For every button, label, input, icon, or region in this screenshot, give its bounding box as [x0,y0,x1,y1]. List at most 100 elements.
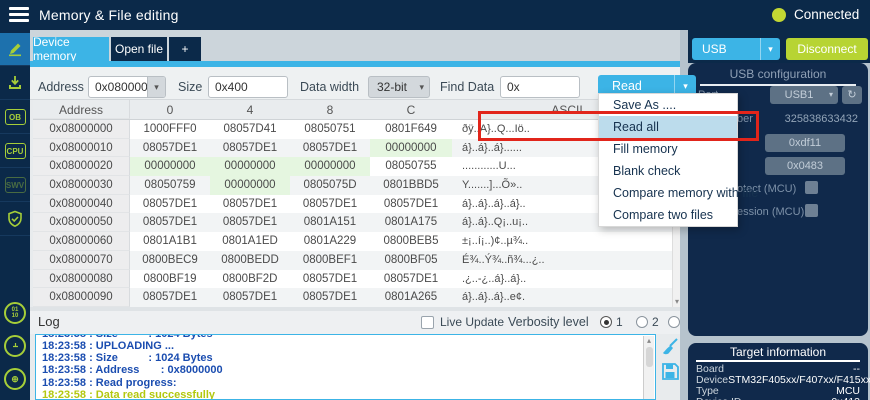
memory-cell[interactable]: 00000000 [210,176,290,195]
memory-cell[interactable]: 08057DE1 [290,270,370,289]
menu-item-compare-two-files[interactable]: Compare two files [599,204,737,226]
sidebar-item-cpu[interactable]: CPU [0,135,30,168]
hamburger-menu-icon[interactable] [9,7,29,23]
memory-cell[interactable]: 08057DE1 [210,213,290,232]
chevron-down-icon: ▾ [829,86,833,104]
top-bar: Memory & File editing Connected [0,0,870,30]
memory-cell[interactable]: 1000FFF0 [130,120,210,139]
memory-cell[interactable]: 0800BEC9 [130,251,210,270]
memory-cell[interactable]: 0800BEF1 [290,251,370,270]
menu-item-save-as[interactable]: Save As .... [599,94,737,116]
memory-cell[interactable]: 08050751 [290,120,370,139]
menu-item-fill-memory[interactable]: Fill memory [599,138,737,160]
port-select[interactable]: USB1 ▾ [770,86,838,104]
vid-field[interactable]: 0x0483 [765,157,845,175]
read-unprotect-checkbox[interactable] [805,181,818,194]
tab-add[interactable]: + [169,37,201,61]
memory-cell[interactable]: 0800BF2D [210,270,290,289]
tab-device-memory[interactable]: Device memory [33,37,109,61]
disconnect-button[interactable]: Disconnect [786,38,868,60]
serial-number-label-fragment: ber [737,113,753,125]
regression-checkbox[interactable] [805,204,818,217]
ascii-cell[interactable]: ±¡..í¡..)¢..µ¾.. [452,232,672,251]
log-line: 18:23:58 : Read progress: [36,377,655,389]
memory-cell[interactable]: 08050755 [370,157,452,176]
memory-cell[interactable]: 0801F649 [370,120,452,139]
data-width-value: 32-bit [377,80,407,94]
menu-item-blank-check[interactable]: Blank check [599,160,737,182]
ascii-cell[interactable]: .¿..-¿..á}..á}.. [452,270,672,289]
memory-cell[interactable]: 0801A229 [290,232,370,251]
scroll-up-icon[interactable]: ▴ [644,336,654,345]
find-data-input[interactable]: 0x [500,76,580,98]
sidebar-item-memory-editing[interactable] [0,33,30,66]
chevron-down-icon[interactable]: ▾ [147,77,165,97]
log-scroll-thumb[interactable] [646,347,653,367]
log-area[interactable]: 18:23:58 : Size : 1024 Bytes 18:23:58 : … [35,334,656,400]
verbosity-2-label: 2 [652,315,659,329]
header-8: 8 [290,100,370,119]
memory-cell[interactable]: 08057DE1 [370,195,452,214]
sidebar-item-external-loader[interactable]: ⊕ [0,362,30,395]
memory-cell[interactable]: 08057DE1 [210,195,290,214]
memory-cell[interactable]: 08050759 [130,176,210,195]
sidebar-item-register-viewer[interactable]: 01 10 [0,296,30,329]
refresh-ports-button[interactable]: ↻ [842,86,862,104]
menu-item-compare-memory-with-file[interactable]: Compare memory with file [599,182,737,204]
memory-cell[interactable]: 08057DE1 [130,288,210,307]
sidebar-item-bottom-partial[interactable] [0,395,30,400]
clear-log-button[interactable] [661,337,681,357]
size-input[interactable]: 0x400 [208,76,288,98]
menu-item-read-all[interactable]: Read all [599,116,737,138]
memory-cell[interactable]: 0801A175 [370,213,452,232]
sidebar-item-erase-programming[interactable] [0,67,30,100]
log-title: Log [38,314,60,329]
data-width-select[interactable]: 32-bit ▾ [368,76,430,98]
memory-cell[interactable]: 0805075D [290,176,370,195]
ascii-cell[interactable]: á}..á}..á}..e¢. [452,288,672,307]
memory-cell[interactable]: 0800BF19 [130,270,210,289]
memory-cell[interactable]: 0801BBD5 [370,176,452,195]
pid-field[interactable]: 0xdf11 [765,134,845,152]
memory-cell[interactable]: 08057DE1 [130,139,210,158]
memory-cell[interactable]: 0800BEDD [210,251,290,270]
connection-status-dot [772,8,786,22]
memory-cell[interactable]: 08057DE1 [210,288,290,307]
memory-cell[interactable]: 00000000 [370,139,452,158]
memory-cell[interactable]: 0800BF05 [370,251,452,270]
memory-cell[interactable]: 0801A151 [290,213,370,232]
sidebar-item-security[interactable] [0,203,30,236]
tab-open-file[interactable]: Open file [111,37,167,61]
header-0: 0 [130,100,210,119]
memory-cell[interactable]: 08057DE1 [290,139,370,158]
ascii-cell[interactable]: É¾..Ý¾..ñ¾...¿.. [452,251,672,270]
memory-cell[interactable]: 08057DE1 [290,288,370,307]
memory-cell[interactable]: 0801A1B1 [130,232,210,251]
verbosity-radio-1[interactable] [600,316,612,328]
verbosity-radio-2[interactable] [636,316,648,328]
memory-cell[interactable]: 00000000 [290,157,370,176]
memory-cell[interactable]: 00000000 [130,157,210,176]
sidebar-item-option-bytes[interactable]: OB [0,101,30,134]
memory-table: Address 0 4 8 C ASCII 0x08000000 1000FFF… [33,100,672,307]
memory-cell[interactable]: 0801A265 [370,288,452,307]
memory-cell[interactable]: 08057DE1 [290,195,370,214]
memory-cell[interactable]: 08057DE1 [370,270,452,289]
memory-cell[interactable]: 08057DE1 [130,213,210,232]
sidebar-item-board[interactable] [0,329,30,362]
address-combo[interactable]: 0x0800000C ▾ [88,76,166,98]
live-update-checkbox[interactable] [421,316,434,329]
connection-type-select[interactable]: USB ▾ [692,38,780,60]
table-row: 0x08000030 08050759 00000000 0805075D 08… [33,176,672,195]
memory-cell[interactable]: 00000000 [210,157,290,176]
memory-cell[interactable]: 08057DE1 [130,195,210,214]
memory-cell[interactable]: 0800BEB5 [370,232,452,251]
save-log-button[interactable] [661,362,681,382]
memory-cell[interactable]: 08057D41 [210,120,290,139]
memory-cell[interactable]: 0801A1ED [210,232,290,251]
binary-circle-icon: 01 10 [4,302,26,324]
sidebar-item-swv[interactable]: SWV [0,169,30,202]
log-scrollbar[interactable]: ▴ [643,336,654,399]
verbosity-radio-3[interactable] [668,316,680,328]
memory-cell[interactable]: 08057DE1 [210,139,290,158]
